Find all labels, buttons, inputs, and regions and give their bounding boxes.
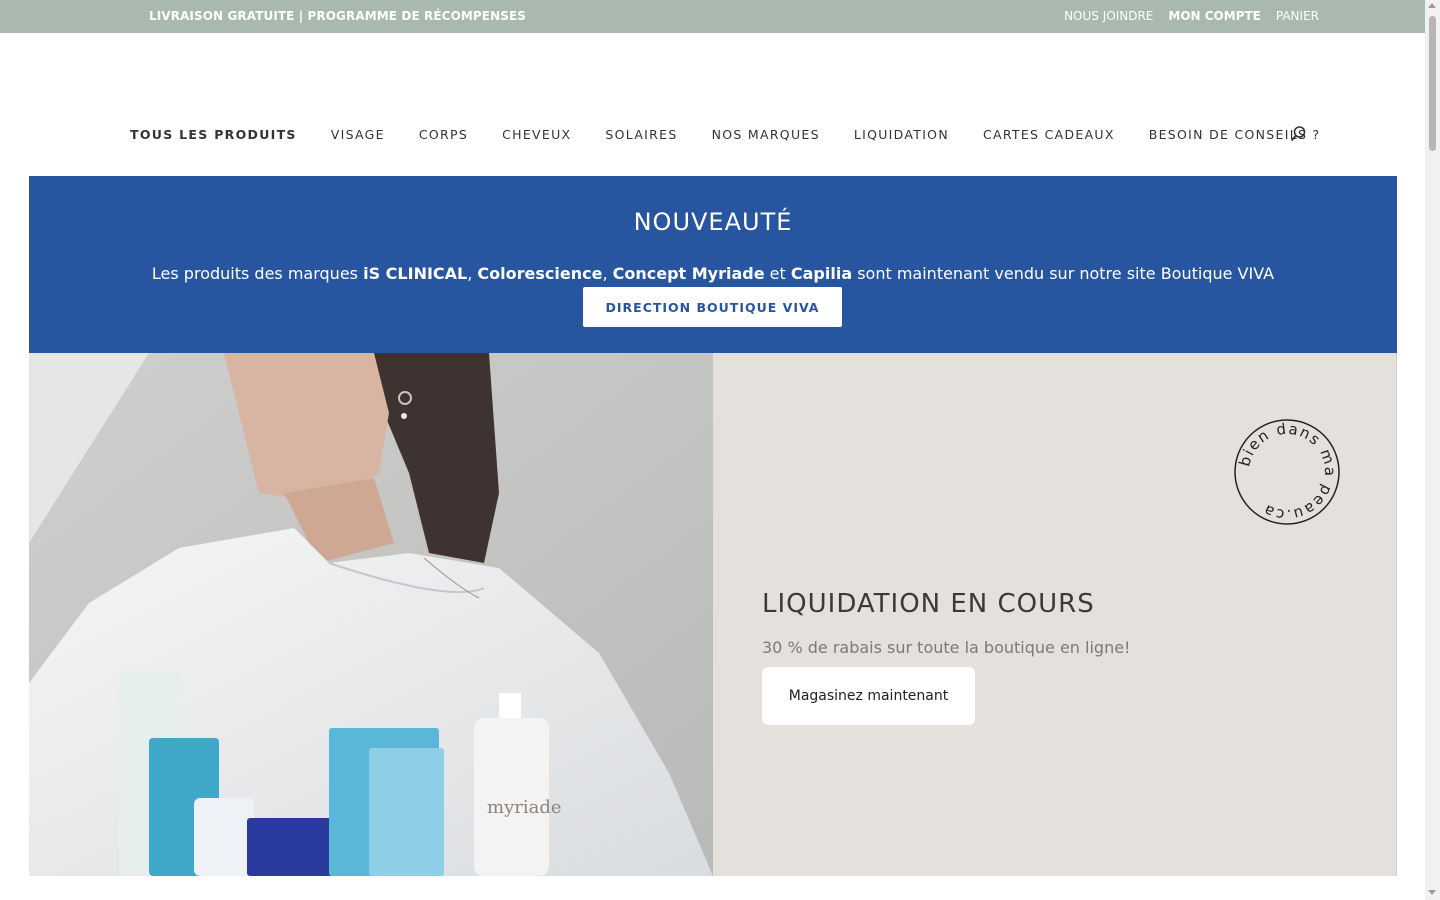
- scroll-down-arrow[interactable]: [1428, 890, 1436, 895]
- nav-item-visage[interactable]: VISAGE: [331, 127, 385, 142]
- brand-is-clinical: iS CLINICAL: [363, 264, 468, 283]
- announcement-banner: NOUVEAUTÉ Les produits des marques iS CL…: [29, 176, 1397, 353]
- banner-text-part: ,: [602, 264, 613, 283]
- main-nav: TOUS LES PRODUITS VISAGE CORPS CHEVEUX S…: [0, 33, 1425, 176]
- nav-item-all-products[interactable]: TOUS LES PRODUITS: [130, 127, 297, 142]
- nav-item-corps[interactable]: CORPS: [419, 127, 468, 142]
- product-label: myriade: [487, 797, 562, 818]
- top-links: NOUS JOINDRE MON COMPTE PANIER: [1064, 9, 1319, 23]
- nav-item-liquidation[interactable]: LIQUIDATION: [854, 127, 949, 142]
- nav-item-cheveux[interactable]: CHEVEUX: [502, 127, 571, 142]
- scroll-up-arrow[interactable]: [1428, 3, 1436, 8]
- seal-logo: bien dans ma peau.ca: [1234, 419, 1340, 525]
- banner-text-part: Les produits des marques: [151, 264, 364, 283]
- banner-text-part: sont maintenant vendu sur notre site Bou…: [852, 264, 1275, 283]
- promo-text[interactable]: LIVRAISON GRATUITE | PROGRAMME DE RÉCOMP…: [149, 9, 526, 23]
- contact-link[interactable]: NOUS JOINDRE: [1064, 9, 1153, 23]
- hero-heading: LIQUIDATION EN COURS: [762, 589, 1095, 619]
- nav-item-cartes-cadeaux[interactable]: CARTES CADEAUX: [983, 127, 1115, 142]
- banner-text-part: ,: [467, 264, 478, 283]
- cart-link[interactable]: PANIER: [1276, 9, 1319, 23]
- hero-subtext: 30 % de rabais sur toute la boutique en …: [762, 638, 1131, 657]
- scrollbar-thumb[interactable]: [1429, 16, 1436, 151]
- banner-text-part: et: [764, 264, 791, 283]
- hero-section: myriade bien dans ma peau.ca LIQUIDATION…: [29, 353, 1397, 876]
- account-link[interactable]: MON COMPTE: [1168, 9, 1261, 23]
- nav-item-nos-marques[interactable]: NOS MARQUES: [712, 127, 820, 142]
- shop-now-button[interactable]: Magasinez maintenant: [762, 667, 975, 725]
- search-icon[interactable]: [1290, 125, 1308, 143]
- hero-photo: myriade: [29, 353, 713, 876]
- banner-text: Les produits des marques iS CLINICAL, Co…: [29, 264, 1397, 283]
- seal-text: bien dans ma peau.ca: [1235, 420, 1337, 524]
- brand-capilia: Capilia: [790, 264, 853, 283]
- brand-concept-myriade: Concept Myriade: [612, 264, 765, 283]
- boutique-viva-button[interactable]: DIRECTION BOUTIQUE VIVA: [583, 287, 842, 327]
- brand-colorescience: Colorescience: [477, 264, 603, 283]
- svg-text:bien dans ma peau.ca: bien dans ma peau.ca: [1235, 420, 1339, 524]
- hero-photo-illustration: myriade: [29, 353, 713, 876]
- scrollbar[interactable]: [1425, 0, 1440, 900]
- nav-items: TOUS LES PRODUITS VISAGE CORPS CHEVEUX S…: [130, 127, 1354, 142]
- promo-panel: bien dans ma peau.ca LIQUIDATION EN COUR…: [713, 353, 1397, 876]
- top-bar: LIVRAISON GRATUITE | PROGRAMME DE RÉCOMP…: [0, 0, 1425, 33]
- nav-item-solaires[interactable]: SOLAIRES: [605, 127, 677, 142]
- banner-title: NOUVEAUTÉ: [633, 208, 793, 236]
